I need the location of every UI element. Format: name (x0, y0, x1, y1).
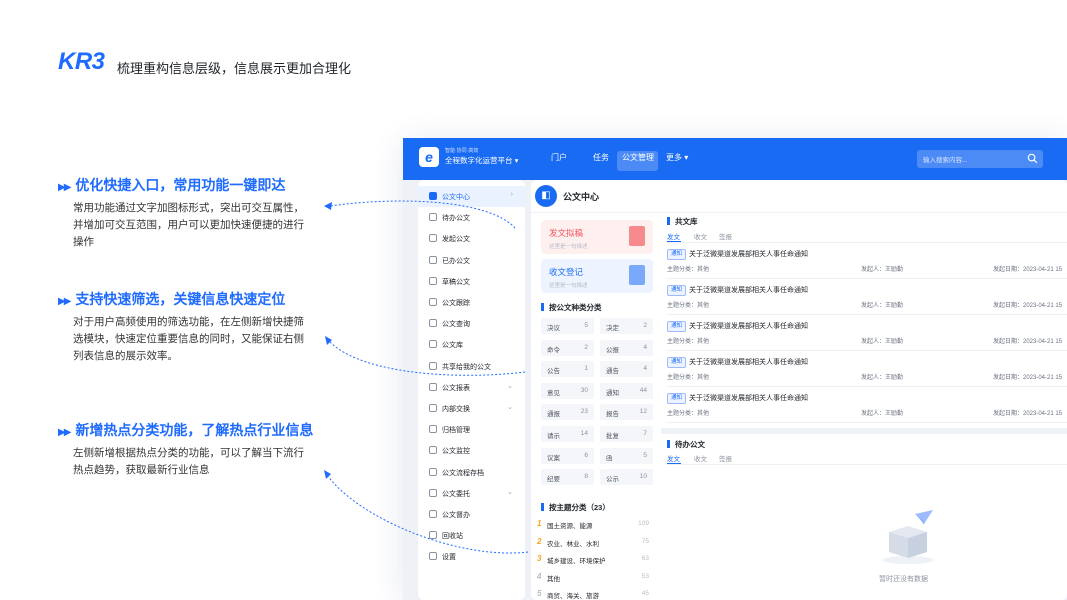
arrow-head-2 (325, 336, 332, 345)
arrow-line-2 (327, 339, 526, 376)
annotation-arrows (324, 200, 529, 554)
arrow-line-3 (326, 474, 529, 554)
arrow-line-1 (329, 200, 516, 229)
arrow-head-1 (324, 202, 332, 210)
slide: KR3 梳理重构信息层级，信息展示更加合理化 ▶▶ 优化快捷入口，常用功能一键即达… (0, 0, 1067, 600)
arrow-head-3 (324, 470, 331, 479)
